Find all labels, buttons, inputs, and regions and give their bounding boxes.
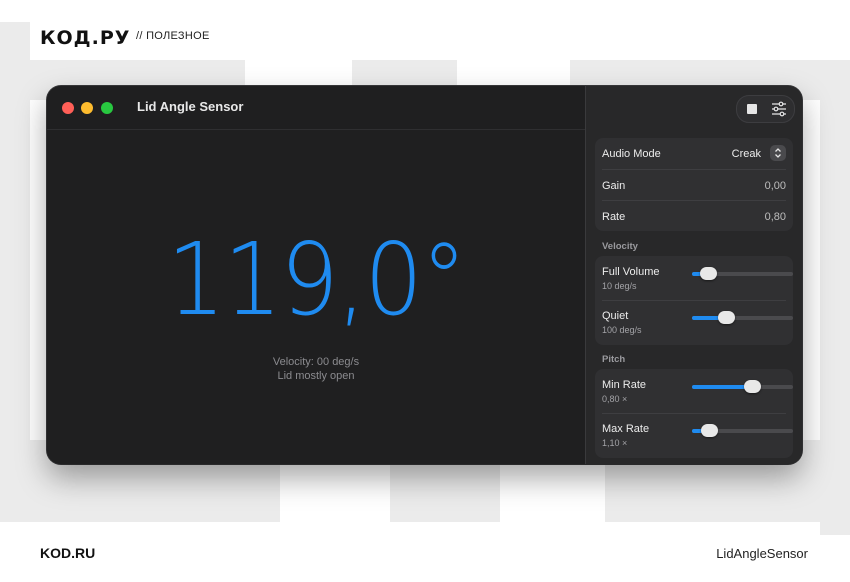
- pitch-group: Min Rate 0,80 × Max Rate 1,10 ×: [595, 369, 793, 458]
- velocity-heading: Velocity: [602, 241, 638, 252]
- audio-mode-select[interactable]: [770, 145, 786, 161]
- max-rate-label: Max Rate: [602, 423, 650, 435]
- slider-knob[interactable]: [743, 380, 761, 393]
- min-rate-row: Min Rate 0,80 ×: [602, 379, 793, 407]
- app-window: Lid Angle Sensor 119,0° Velocity: 00 deg…: [47, 86, 802, 464]
- zoom-button[interactable]: [101, 102, 113, 114]
- rate-field[interactable]: 0,80: [765, 211, 786, 223]
- quiet-value: 100 deg/s: [602, 325, 642, 335]
- velocity-readout: Velocity: 00 deg/s: [272, 356, 360, 368]
- settings-sidebar: Audio Mode Creak Gain 0,00 Rate 0,80 Vel…: [585, 86, 802, 464]
- slider-knob[interactable]: [700, 267, 718, 280]
- slider-knob[interactable]: [718, 311, 736, 324]
- titlebar: Lid Angle Sensor: [47, 86, 585, 130]
- audio-group: Audio Mode Creak Gain 0,00 Rate 0,80: [595, 138, 793, 231]
- close-button[interactable]: [62, 102, 74, 114]
- page: КОД.РУ // ПОЛЕЗНОЕ Lid Angle Sensor 119,…: [0, 0, 850, 582]
- full-volume-label: Full Volume: [602, 266, 660, 278]
- max-rate-value: 1,10 ×: [602, 438, 628, 448]
- divider: [602, 169, 786, 170]
- gain-row: Gain 0,00: [602, 180, 786, 196]
- bg-block: [820, 95, 850, 535]
- rate-label: Rate: [602, 211, 626, 223]
- main-pane: Lid Angle Sensor 119,0° Velocity: 00 deg…: [47, 86, 585, 464]
- section-tag: // ПОЛЕЗНОЕ: [136, 30, 210, 42]
- pitch-heading: Pitch: [602, 354, 626, 365]
- gain-label: Gain: [602, 180, 626, 192]
- quiet-label: Quiet: [602, 310, 629, 322]
- quiet-row: Quiet 100 deg/s: [602, 310, 793, 338]
- footer-article-name: LidAngleSensor: [716, 546, 808, 561]
- rate-row: Rate 0,80: [602, 211, 786, 227]
- velocity-group: Full Volume 10 deg/s Quiet 100 deg/s: [595, 256, 793, 345]
- full-volume-row: Full Volume 10 deg/s: [602, 266, 793, 294]
- divider: [602, 200, 786, 201]
- audio-mode-value[interactable]: Creak: [732, 148, 761, 160]
- window-title: Lid Angle Sensor: [137, 99, 244, 114]
- footer-site-name[interactable]: KOD.RU: [40, 545, 95, 561]
- toolbar-group: [736, 95, 795, 123]
- sliders-icon[interactable]: [771, 101, 787, 117]
- angle-readout: 119,0°: [166, 221, 467, 338]
- max-rate-row: Max Rate 1,10 ×: [602, 423, 793, 451]
- lid-status: Lid mostly open: [277, 370, 355, 382]
- full-volume-slider[interactable]: [692, 267, 793, 280]
- site-logo[interactable]: КОД.РУ: [40, 27, 130, 49]
- min-rate-label: Min Rate: [602, 379, 647, 391]
- slider-knob[interactable]: [701, 424, 719, 437]
- slider-fill: [692, 385, 752, 389]
- chevron-updown-icon: [775, 148, 781, 158]
- divider: [602, 413, 786, 414]
- audio-mode-row: Audio Mode Creak: [602, 145, 786, 164]
- max-rate-slider[interactable]: [692, 424, 793, 437]
- gain-field[interactable]: 0,00: [765, 180, 786, 192]
- quiet-slider[interactable]: [692, 311, 793, 324]
- divider: [602, 300, 786, 301]
- stop-icon[interactable]: [747, 104, 757, 114]
- minimize-button[interactable]: [81, 102, 93, 114]
- min-rate-slider[interactable]: [692, 380, 793, 393]
- audio-mode-label: Audio Mode: [602, 148, 661, 160]
- min-rate-value: 0,80 ×: [602, 394, 628, 404]
- full-volume-value: 10 deg/s: [602, 281, 637, 291]
